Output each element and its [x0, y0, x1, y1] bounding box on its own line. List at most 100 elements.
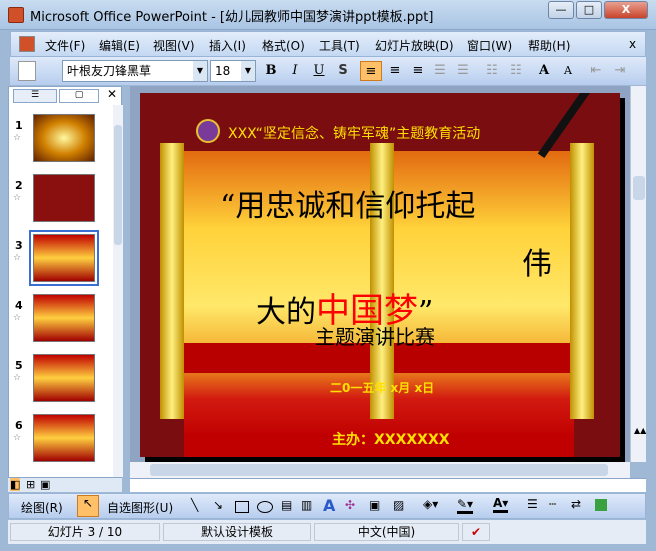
- slide-thumbnail[interactable]: [33, 114, 95, 162]
- menu-insert[interactable]: 插入(I): [209, 37, 246, 54]
- chevron-down-icon[interactable]: ▼: [193, 61, 207, 81]
- distributed-icon[interactable]: ☰: [453, 61, 473, 81]
- numbering-icon[interactable]: ☷: [482, 61, 502, 81]
- slides-pane-scrollbar[interactable]: [113, 105, 123, 477]
- powerpoint-icon: [8, 7, 24, 23]
- oval-icon[interactable]: [257, 501, 273, 513]
- line-color-icon[interactable]: ✎▾: [457, 497, 474, 514]
- minimize-button[interactable]: —: [548, 1, 574, 19]
- autoshapes-menu[interactable]: 自选图形(U): [107, 499, 173, 516]
- clipart-icon[interactable]: ▣: [369, 498, 380, 512]
- status-slide-count: 幻灯片 3 / 10: [10, 523, 160, 541]
- line-icon[interactable]: ╲: [191, 498, 198, 512]
- menu-edit[interactable]: 编辑(E): [99, 37, 140, 54]
- arrow-style-icon[interactable]: ⇄: [571, 497, 581, 511]
- select-arrow-icon[interactable]: ↖: [77, 495, 99, 517]
- notes-pane[interactable]: [130, 478, 646, 492]
- slide-thumbnail-selected[interactable]: [29, 230, 99, 286]
- title-bar: Microsoft Office PowerPoint - [幼儿园教师中国梦演…: [0, 0, 656, 30]
- close-button[interactable]: X: [604, 1, 648, 19]
- slide-thumbnail[interactable]: [33, 294, 95, 342]
- chevron-down-icon[interactable]: ▼: [241, 61, 255, 81]
- slide-thumbnail[interactable]: [33, 354, 95, 402]
- slide-header: XXX“坚定信念、铸牢军魂”主题教育活动: [228, 126, 481, 142]
- slide-thumbnail[interactable]: [33, 174, 95, 222]
- align-left-button[interactable]: ≡: [360, 61, 382, 81]
- menu-close-button[interactable]: x: [629, 37, 636, 51]
- arrow-icon[interactable]: ↘: [213, 498, 223, 512]
- menu-file[interactable]: 文件(F): [45, 37, 85, 54]
- slide-thumbnail[interactable]: [33, 414, 95, 462]
- font-select[interactable]: 叶根友刀锋黑草 ▼: [62, 60, 208, 82]
- menu-window[interactable]: 窗口(W): [467, 37, 512, 54]
- prev-slide-icon[interactable]: ▲▲: [634, 426, 646, 435]
- italic-button[interactable]: I: [286, 61, 304, 81]
- title-text: 大的: [256, 295, 316, 330]
- emblem-icon: [196, 119, 220, 143]
- font-color-icon[interactable]: A▾: [493, 496, 509, 513]
- menu-slideshow[interactable]: 幻灯片放映(D): [375, 37, 454, 54]
- dash-style-icon[interactable]: ┅: [549, 497, 556, 511]
- menu-bar: 文件(F) 编辑(E) 视图(V) 插入(I) 格式(O) 工具(T) 幻灯片放…: [10, 31, 646, 57]
- slideshow-icon[interactable]: ▣: [40, 478, 50, 491]
- status-language: 中文(中国): [314, 523, 459, 541]
- vertical-textbox-icon[interactable]: ▥: [301, 498, 312, 512]
- bold-button[interactable]: B: [262, 61, 280, 81]
- window-title: Microsoft Office PowerPoint - [幼儿园教师中国梦演…: [30, 10, 434, 25]
- slide-thumb-list: 1 ☆ 2 ☆ 3 ☆ 4 ☆ 5 ☆ 6 ☆: [9, 87, 113, 479]
- status-template: 默认设计模板: [163, 523, 311, 541]
- menu-format[interactable]: 格式(O): [262, 37, 305, 54]
- shadow-style-icon[interactable]: [595, 499, 607, 511]
- increase-indent-icon[interactable]: ⇥: [610, 61, 630, 81]
- wordart-icon[interactable]: A: [323, 496, 335, 515]
- slides-pane: ☰ ▢ ✕ 1 ☆ 2 ☆ 3 ☆ 4 ☆ 5 ☆ 6 ☆: [8, 86, 123, 479]
- scroll-rod-right: [570, 143, 594, 419]
- slide-number: 4: [15, 299, 23, 312]
- decrease-indent-icon[interactable]: ⇤: [586, 61, 606, 81]
- drawing-toolbar: 绘图(R) ↖ 自选图形(U) ╲ ↘ ▤ ▥ A ✣ ▣ ▨ ◈▾ ✎▾ A▾…: [8, 493, 646, 519]
- star-icon: ☆: [13, 193, 22, 203]
- slide-date: 二0一五年 x月 x日: [330, 381, 435, 395]
- underline-button[interactable]: U: [310, 61, 328, 81]
- slide-number: 2: [15, 179, 23, 192]
- document-icon: [19, 36, 35, 52]
- spellcheck-icon[interactable]: ✔: [462, 523, 490, 541]
- view-buttons: ◧ ⊞ ▣: [8, 478, 122, 492]
- vertical-scrollbar[interactable]: ▲▲: [630, 86, 646, 462]
- slide-number: 3: [15, 239, 23, 252]
- slide-number: 1: [15, 119, 23, 132]
- font-size-value: 18: [215, 64, 231, 78]
- slide-number: 6: [15, 419, 23, 432]
- slide-canvas[interactable]: XXX“坚定信念、铸牢军魂”主题教育活动 “用忠诚和信仰托起 伟 大的中国梦” …: [140, 93, 620, 457]
- menu-tools[interactable]: 工具(T): [319, 37, 360, 54]
- maximize-button[interactable]: □: [576, 1, 602, 19]
- increase-font-icon[interactable]: A: [534, 61, 554, 81]
- slide-organizer: 主办：XXXXXXX: [332, 432, 450, 448]
- new-document-icon[interactable]: [18, 61, 36, 81]
- star-icon: ☆: [13, 313, 22, 323]
- fill-color-icon[interactable]: ◈▾: [423, 497, 438, 511]
- textbox-icon[interactable]: ▤: [281, 498, 292, 512]
- slide-title-line2: 伟: [522, 247, 552, 282]
- slide-title-line1: “用忠诚和信仰托起: [220, 189, 476, 224]
- shadow-button[interactable]: S: [334, 61, 352, 81]
- font-size-select[interactable]: 18 ▼: [210, 60, 256, 82]
- formatting-toolbar: 叶根友刀锋黑草 ▼ 18 ▼ B I U S ≡ ≡ ≡ ☰ ☰ ☷ ☷ A A ⇤…: [10, 57, 646, 85]
- normal-view-icon[interactable]: ◧: [10, 478, 21, 491]
- bullets-icon[interactable]: ☷: [506, 61, 526, 81]
- line-style-icon[interactable]: ☰: [527, 497, 538, 511]
- star-icon: ☆: [13, 373, 22, 383]
- font-value: 叶根友刀锋黑草: [67, 64, 152, 78]
- diagram-icon[interactable]: ✣: [345, 498, 355, 512]
- draw-menu[interactable]: 绘图(R): [21, 499, 63, 516]
- slide-sorter-icon[interactable]: ⊞: [26, 478, 35, 491]
- menu-view[interactable]: 视图(V): [153, 37, 195, 54]
- decrease-font-icon[interactable]: A: [558, 61, 578, 81]
- justify-icon[interactable]: ☰: [430, 61, 450, 81]
- horizontal-scrollbar[interactable]: [130, 462, 630, 478]
- picture-icon[interactable]: ▨: [393, 498, 404, 512]
- align-center-button[interactable]: ≡: [385, 61, 405, 81]
- align-right-button[interactable]: ≡: [408, 61, 428, 81]
- rectangle-icon[interactable]: [235, 501, 249, 513]
- menu-help[interactable]: 帮助(H): [528, 37, 570, 54]
